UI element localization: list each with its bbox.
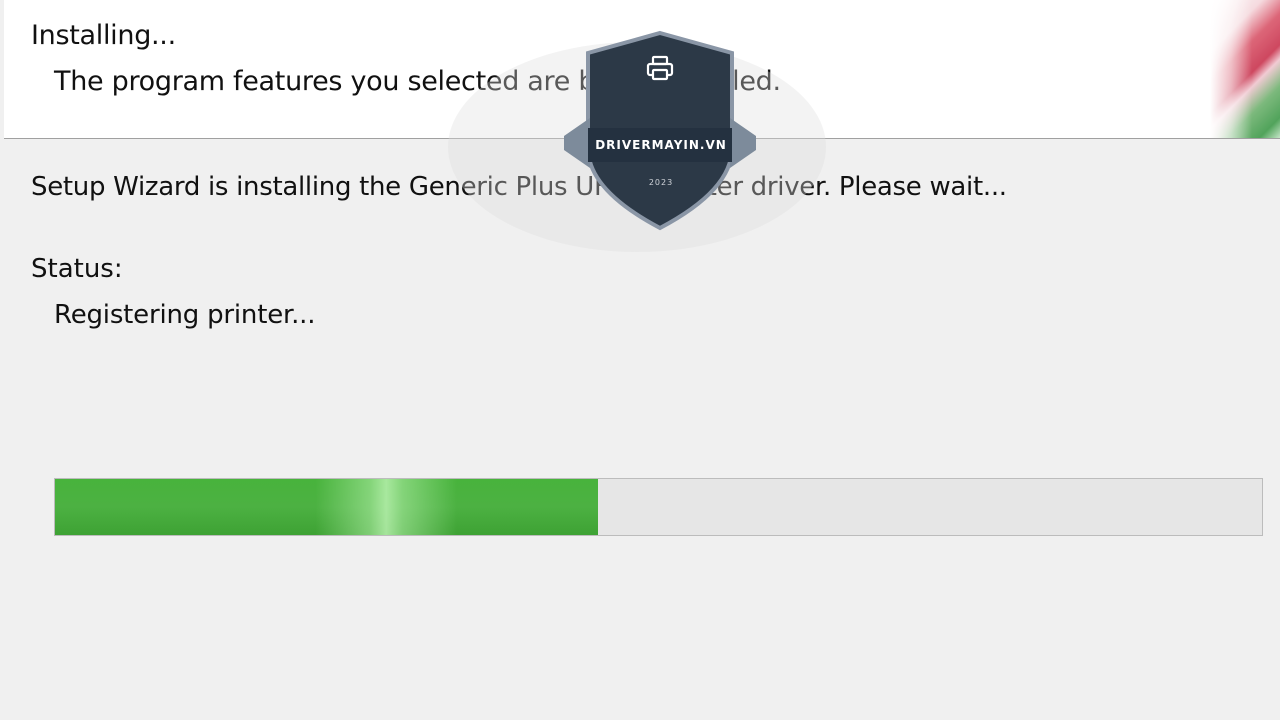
status-value: Registering printer...	[54, 300, 316, 330]
install-progress-bar	[54, 478, 1263, 536]
installer-window: Installing... The program features you s…	[0, 0, 1280, 720]
page-title: Installing...	[31, 20, 176, 51]
page-subtitle: The program features you selected are be…	[54, 66, 781, 97]
header-banner-graphic	[1210, 0, 1280, 138]
install-description: Setup Wizard is installing the Generic P…	[31, 172, 1007, 202]
header-panel: Installing... The program features you s…	[4, 0, 1280, 139]
status-label: Status:	[31, 254, 123, 284]
watermark-brand: DRIVERMAYIN.VN	[595, 138, 727, 152]
progress-bar-fill	[55, 479, 599, 535]
